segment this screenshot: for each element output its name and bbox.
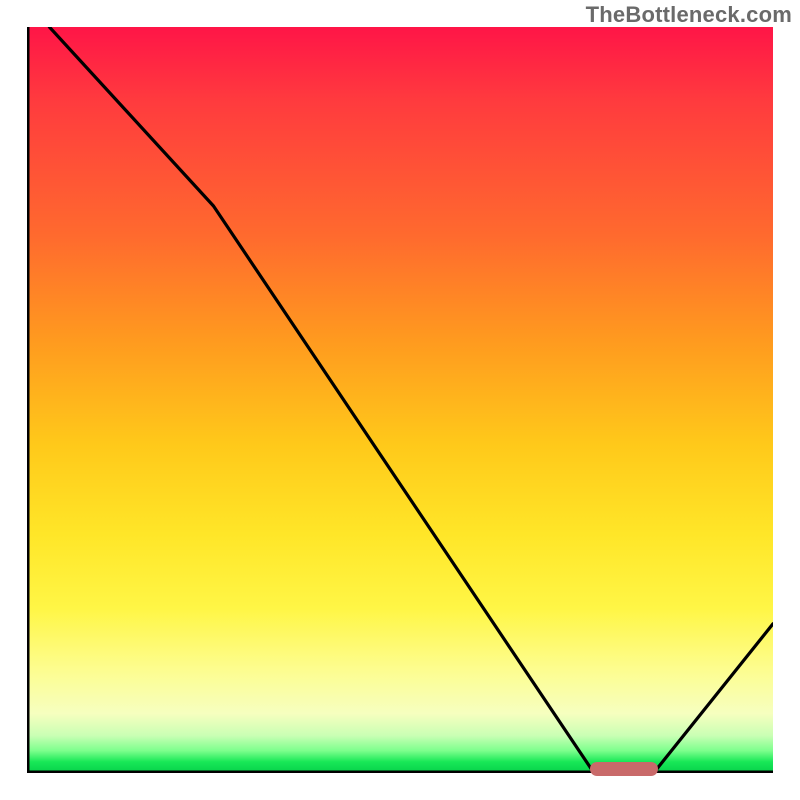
watermark-text: TheBottleneck.com xyxy=(586,2,792,28)
chart-container: TheBottleneck.com xyxy=(0,0,800,800)
plot-area xyxy=(27,27,773,773)
optimal-range-marker xyxy=(590,762,658,776)
heat-gradient-background xyxy=(27,27,773,773)
